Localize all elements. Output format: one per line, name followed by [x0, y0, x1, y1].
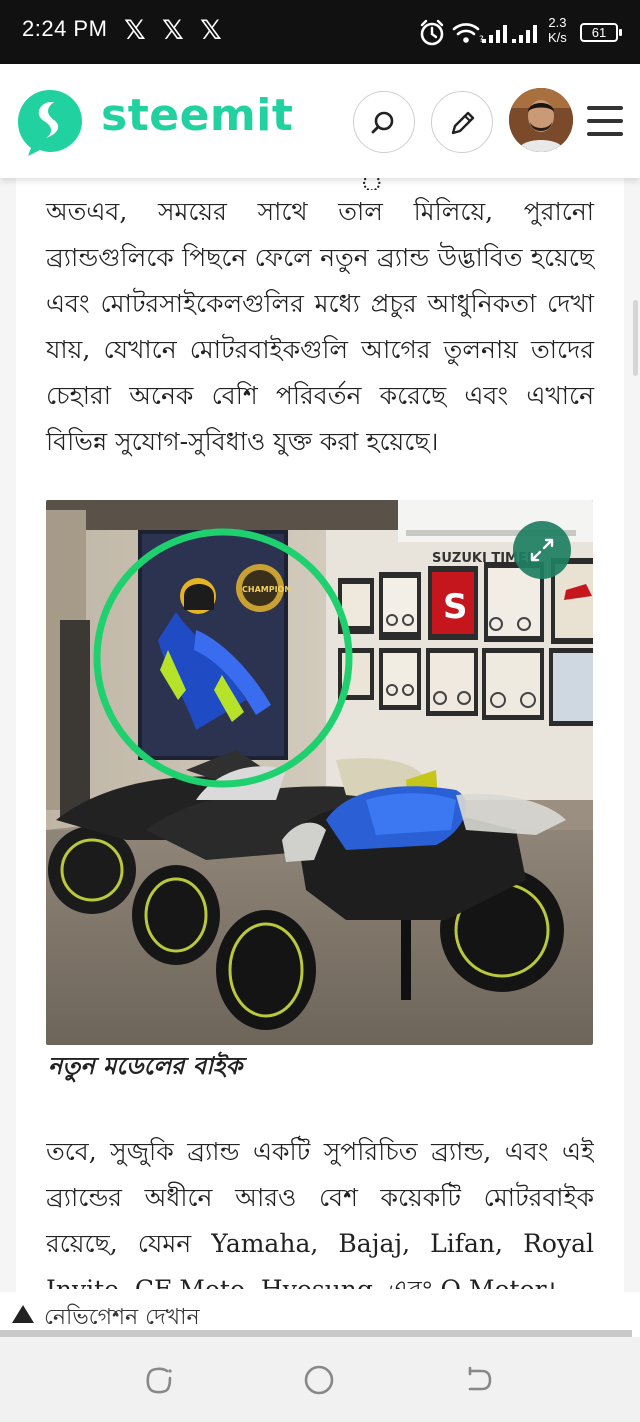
network-speed-unit: K/s — [548, 30, 567, 45]
network-speed: 2.3 K/s — [548, 15, 567, 45]
user-avatar[interactable] — [509, 88, 573, 152]
hamburger-menu-icon[interactable] — [587, 106, 623, 136]
network-speed-value: 2.3 — [548, 15, 567, 30]
system-navigation-bar — [0, 1337, 640, 1422]
search-icon — [371, 111, 394, 134]
navigation-hint-divider — [0, 1330, 632, 1337]
wifi-icon: ? — [452, 23, 484, 45]
expand-icon — [530, 538, 554, 562]
status-bar: 2:24 PM 𝕏 𝕏 𝕏 ? 2.3 K/s 61 — [0, 0, 640, 64]
steemit-logo-icon[interactable] — [14, 86, 86, 158]
home-icon[interactable] — [302, 1363, 336, 1397]
back-icon[interactable] — [462, 1363, 496, 1397]
recents-icon[interactable] — [143, 1363, 177, 1397]
scrollbar[interactable] — [633, 300, 638, 376]
signal-icon — [482, 25, 507, 43]
x-icon: 𝕏 — [162, 15, 184, 46]
triangle-up-icon — [12, 1305, 34, 1323]
poster-text: CHAMPION — [242, 585, 291, 594]
article-image[interactable]: SUZUKI TIMELI S CHAMPION — [46, 500, 593, 1045]
article-paragraph: অতএব, সময়ের সাথে তাল মিলিয়ে, পুরানো ব্… — [46, 197, 594, 456]
battery-icon: 61 — [580, 23, 622, 42]
signal-icon — [512, 25, 537, 43]
avatar-image — [509, 88, 573, 152]
x-icon: 𝕏 — [200, 15, 222, 46]
battery-level: 61 — [591, 25, 607, 40]
article-paragraph: তবে, সুজুকি ব্র্যান্ড একটি সুপরিচিত ব্র্… — [46, 1137, 594, 1289]
image-caption: নতুন মডেলের বাইক — [48, 1051, 243, 1080]
brand-name[interactable]: steemit — [101, 90, 293, 141]
expand-image-button[interactable] — [513, 521, 571, 579]
x-icon: 𝕏 — [124, 15, 146, 46]
pencil-icon — [451, 111, 475, 135]
alarm-icon — [420, 19, 444, 46]
motorbike-showroom-image: SUZUKI TIMELI S CHAMPION — [46, 500, 593, 1045]
status-time: 2:24 PM — [22, 16, 108, 41]
write-post-button[interactable] — [431, 91, 493, 153]
svg-text:S: S — [443, 587, 468, 627]
app-header: steemit — [0, 64, 640, 178]
search-button[interactable] — [353, 91, 415, 153]
